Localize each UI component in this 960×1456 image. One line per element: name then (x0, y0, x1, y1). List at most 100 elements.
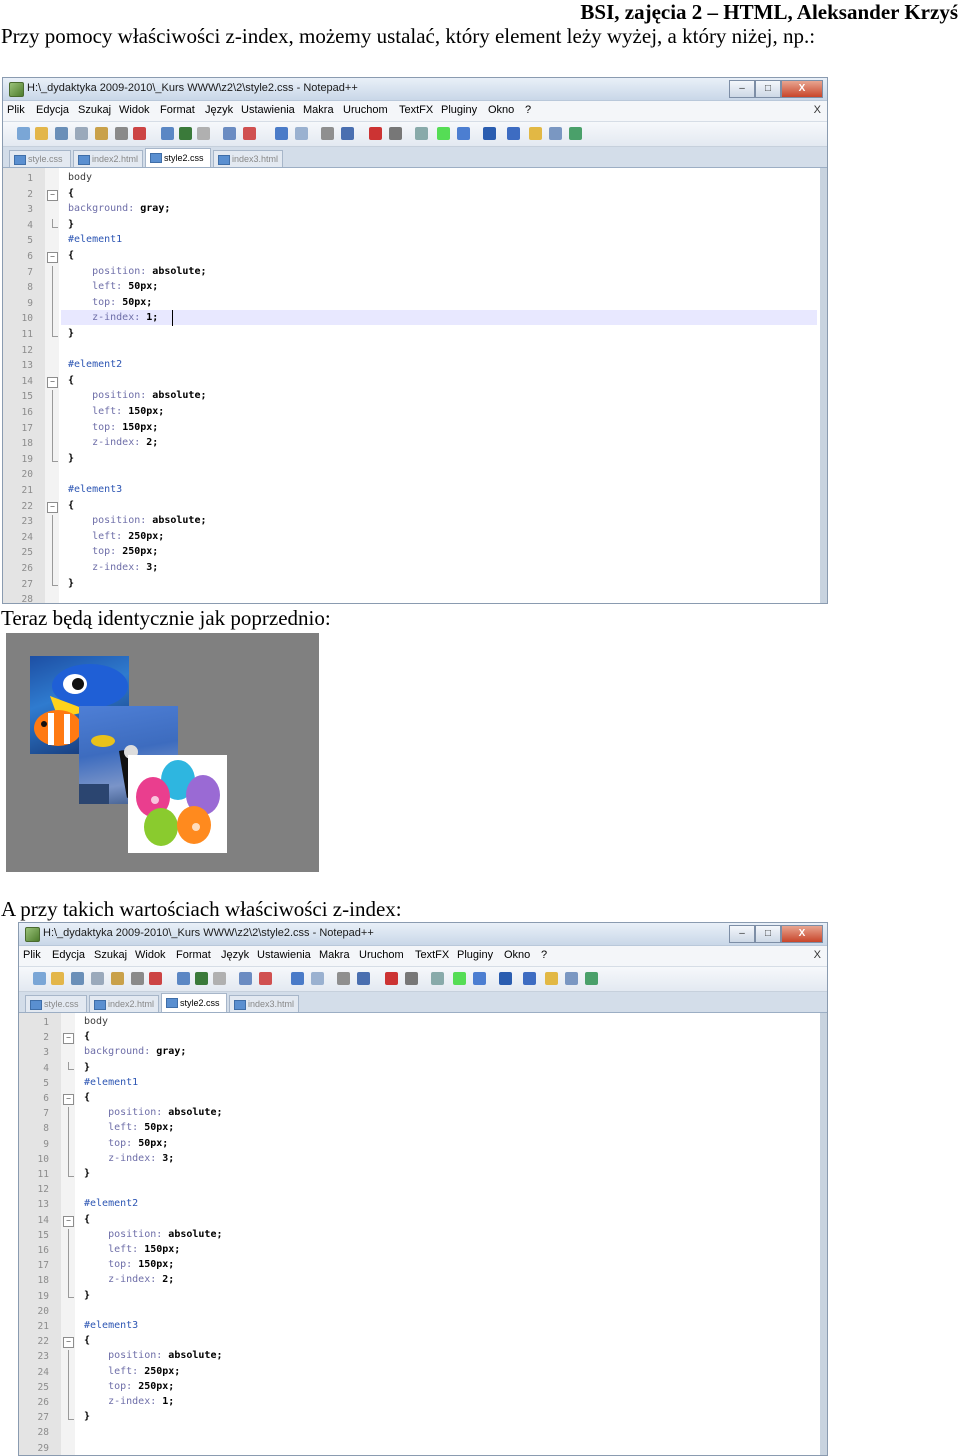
menu-item-12[interactable]: Okno (504, 949, 530, 961)
toolbar-icon-14[interactable] (295, 127, 308, 140)
code-line[interactable]: 21 #element3 (19, 1320, 827, 1336)
toolbar-icon-9[interactable] (179, 127, 192, 140)
menu-item-1[interactable]: Plik (7, 104, 25, 116)
toolbar-icon-24[interactable] (529, 127, 542, 140)
toolbar-icon-3[interactable] (55, 127, 68, 140)
toolbar-icon-2[interactable] (35, 127, 48, 140)
code-line[interactable]: 13 #element2 (19, 1198, 827, 1214)
menu-item-7[interactable]: Ustawienia (257, 949, 311, 961)
code-line[interactable]: 18 z-index: 2; (19, 1274, 827, 1290)
toolbar-icon-23[interactable] (507, 127, 520, 140)
code-line[interactable]: 17 top: 150px; (19, 1259, 827, 1275)
code-line[interactable]: 2 −{ (19, 1031, 827, 1047)
code-line[interactable]: 2 −{ (3, 188, 827, 204)
toolbar-icon-11[interactable] (239, 972, 252, 985)
code-line[interactable]: 15 position: absolute; (19, 1228, 827, 1245)
code-line[interactable]: 23 position: absolute; (3, 515, 827, 531)
toolbar-icon-18[interactable] (389, 127, 402, 140)
toolbar-icon-10[interactable] (213, 972, 226, 985)
menu-item-1[interactable]: Plik (23, 949, 41, 961)
code-line[interactable]: 26 z-index: 1; (19, 1396, 827, 1412)
code-line[interactable]: 25 top: 250px; (19, 1380, 827, 1397)
toolbar-icon-7[interactable] (133, 127, 146, 140)
minimize-button[interactable]: – (729, 925, 755, 943)
fold-toggle-icon[interactable]: − (47, 501, 58, 513)
fold-toggle-icon[interactable]: − (47, 376, 58, 388)
menu-item-9[interactable]: Uruchom (359, 949, 404, 961)
code-line[interactable]: 7 position: absolute; (3, 265, 827, 282)
code-line[interactable]: 10 z-index: 3; (19, 1152, 827, 1169)
fold-toggle-icon[interactable]: − (63, 1094, 74, 1105)
menu-item-3[interactable]: Szukaj (78, 104, 111, 116)
vertical-scrollbar[interactable] (820, 168, 827, 603)
menu-item-11[interactable]: Pluginy (441, 104, 477, 116)
tab-style2-css[interactable]: style2.css (161, 993, 227, 1012)
code-line[interactable]: 1 body (19, 1016, 827, 1032)
close-button[interactable]: X (781, 925, 823, 943)
code-line[interactable]: 5 #element1 (3, 234, 827, 250)
code-line[interactable]: 16 left: 150px; (3, 406, 827, 422)
code-line[interactable]: 18 z-index: 2; (3, 437, 827, 453)
toolbar-icon-16[interactable] (357, 972, 370, 985)
close-button[interactable]: X (781, 80, 823, 98)
code-line[interactable]: 20 (19, 1305, 827, 1321)
toolbar-icon-5[interactable] (111, 972, 124, 985)
toolbar-icon-22[interactable] (499, 972, 512, 985)
toolbar-icon-13[interactable] (275, 127, 288, 140)
code-line[interactable]: 8 left: 50px; (19, 1122, 827, 1138)
fold-toggle-icon[interactable]: − (47, 189, 58, 201)
maximize-button[interactable]: □ (755, 925, 781, 943)
menu-item-6[interactable]: Język (205, 104, 233, 116)
toolbar-icon-8[interactable] (177, 972, 190, 985)
toolbar-icon-24[interactable] (545, 972, 558, 985)
code-line[interactable]: 9 top: 50px; (3, 296, 827, 313)
code-line[interactable]: 28 (19, 1426, 827, 1442)
menu-item-4[interactable]: Widok (119, 104, 150, 116)
menu-item-5[interactable]: Format (176, 949, 211, 961)
toolbar-icon-5[interactable] (95, 127, 108, 140)
code-line[interactable]: 12 (3, 344, 827, 360)
code-line[interactable]: 14 −{ (3, 375, 827, 391)
toolbar-icon-18[interactable] (405, 972, 418, 985)
toolbar-icon-22[interactable] (483, 127, 496, 140)
toolbar-icon-14[interactable] (311, 972, 324, 985)
toolbar-icon-6[interactable] (115, 127, 128, 140)
toolbar-icon-9[interactable] (195, 972, 208, 985)
toolbar-icon-6[interactable] (131, 972, 144, 985)
fold-toggle-icon[interactable]: − (63, 1337, 74, 1349)
minimize-button[interactable]: – (729, 80, 755, 98)
code-line[interactable]: 5 #element1 (19, 1077, 827, 1093)
window-titlebar[interactable]: H:\_dydaktyka 2009-2010\_Kurs WWW\z2\2\s… (19, 923, 827, 946)
tab-style2-css[interactable]: style2.css (145, 148, 211, 167)
toolbar-icon-12[interactable] (243, 127, 256, 140)
tab-index3-html[interactable]: index3.html (229, 995, 299, 1012)
toolbar-icon-17[interactable] (369, 127, 382, 140)
code-editor[interactable]: 1 body 2−{3 background: gray; 4} 5 #element1 6−… (19, 1013, 827, 1455)
code-line[interactable]: 1 body (3, 172, 827, 188)
fold-toggle-icon[interactable]: − (63, 1215, 74, 1227)
menu-item-3[interactable]: Szukaj (94, 949, 127, 961)
code-line[interactable]: 24 left: 250px; (19, 1365, 827, 1382)
toolbar-icon-13[interactable] (291, 972, 304, 985)
code-line[interactable]: 19} (19, 1289, 827, 1306)
code-editor[interactable]: 1 body 2−{3 background: gray; 4} 5 #element1 6−… (3, 168, 827, 603)
code-line[interactable]: 13 #element2 (3, 359, 827, 375)
code-line[interactable]: 19} (3, 452, 827, 469)
code-line[interactable]: 17 top: 150px; (3, 421, 827, 438)
close-document-button[interactable]: X (814, 104, 821, 116)
toolbar-icon-21[interactable] (473, 972, 486, 985)
toolbar-icon-1[interactable] (33, 972, 46, 985)
toolbar-icon-2[interactable] (51, 972, 64, 985)
tab-index3-html[interactable]: index3.html (213, 150, 283, 167)
code-line[interactable]: 11} (3, 328, 827, 344)
code-line[interactable]: 16 left: 150px; (19, 1244, 827, 1260)
menu-item-2[interactable]: Edycja (52, 949, 85, 961)
code-line[interactable]: 26 z-index: 3; (3, 562, 827, 578)
code-line[interactable]: 28 (3, 593, 827, 603)
toolbar-icon-7[interactable] (149, 972, 162, 985)
fold-toggle-icon[interactable]: − (63, 1033, 74, 1045)
menu-item-5[interactable]: Format (160, 104, 195, 116)
toolbar-icon-12[interactable] (259, 972, 272, 985)
menu-item-13[interactable]: ? (541, 949, 547, 961)
code-line[interactable]: 8 left: 50px; (3, 281, 827, 297)
